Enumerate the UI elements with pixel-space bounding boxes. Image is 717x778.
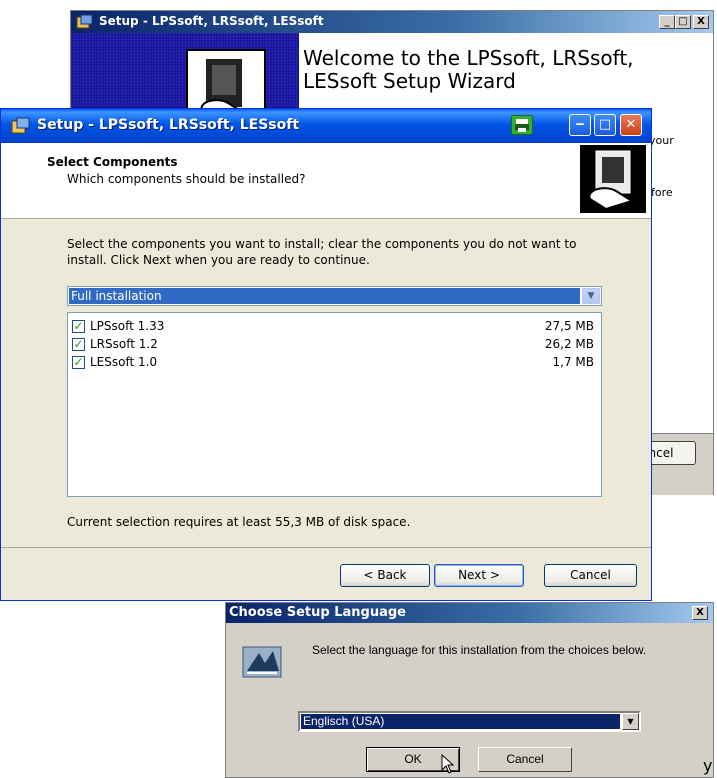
language-prompt: Select the language for this installatio… [312,643,647,657]
language-select[interactable]: Englisch (USA) ▼ [298,711,641,732]
selected-language: Englisch (USA) [301,714,620,729]
choose-language-dialog: Choose Setup Language X Select the langu… [225,602,714,778]
language-setup-icon [241,643,283,681]
computer-install-icon [580,145,646,213]
maximize-icon[interactable]: □ [675,15,691,29]
page-subtitle: Which components should be installed? [67,172,306,186]
component-size: 1,7 MB [552,355,594,369]
components-title-text: Setup - LPSsoft, LRSsoft, LESsoft [37,117,300,133]
mouse-cursor-icon [441,753,455,774]
language-titlebar[interactable]: Choose Setup Language X [226,603,713,623]
language-title-text: Choose Setup Language [229,605,406,620]
check-icon[interactable]: ✓ [72,356,85,369]
dropdown-arrow-icon[interactable]: ▼ [622,713,639,730]
minimize-icon[interactable]: _ [659,15,675,29]
maximize-icon[interactable]: □ [594,114,616,136]
check-icon[interactable]: ✓ [72,338,85,351]
component-name: LRSsoft 1.2 [90,337,158,351]
select-components-window: Setup - LPSsoft, LRSsoft, LESsoft ‒ □ ✕ … [0,108,652,601]
component-size: 27,5 MB [544,319,594,333]
minimize-icon[interactable]: ‒ [569,114,591,136]
list-item[interactable]: ✓ LRSsoft 1.2 26,2 MB [72,336,597,354]
close-icon[interactable]: X [692,606,708,620]
components-titlebar[interactable]: Setup - LPSsoft, LRSsoft, LESsoft ‒ □ ✕ [1,109,651,143]
welcome-titlebar[interactable]: Setup - LPSsoft, LRSsoft, LESsoft _ □ X [71,11,713,33]
install-type-value: Full installation [69,288,580,304]
instructions-text: Select the components you want to instal… [67,237,577,267]
disk-space-requirement: Current selection requires at least 55,3… [67,515,411,529]
printer-icon[interactable] [511,115,533,135]
welcome-body-text: your [649,134,674,147]
back-button[interactable]: < Back [340,564,430,587]
setup-app-icon [11,117,31,135]
welcome-body-text: fore [651,186,673,199]
components-list[interactable]: ✓ LPSsoft 1.33 27,5 MB ✓ LRSsoft 1.2 26,… [67,312,602,497]
close-icon[interactable]: X [693,15,709,29]
setup-app-icon [76,14,94,30]
component-size: 26,2 MB [544,337,594,351]
close-icon[interactable]: ✕ [620,114,642,136]
stray-character: y [703,756,713,775]
component-name: LESsoft 1.0 [90,355,158,369]
component-name: LPSsoft 1.33 [90,319,165,333]
welcome-heading: Welcome to the LPSsoft, LRSsoft, LESsoft… [303,46,634,93]
welcome-title-text: Setup - LPSsoft, LRSsoft, LESsoft [99,14,324,28]
dropdown-arrow-icon[interactable]: ▼ [582,288,600,304]
cancel-button[interactable]: Cancel [544,564,637,587]
language-cancel-button[interactable]: Cancel [478,747,572,772]
check-icon[interactable]: ✓ [72,320,85,333]
page-title: Select Components [47,155,178,169]
list-item[interactable]: ✓ LESsoft 1.0 1,7 MB [72,354,597,372]
next-button[interactable]: Next > [434,564,524,587]
list-item[interactable]: ✓ LPSsoft 1.33 27,5 MB [72,318,597,336]
install-type-dropdown[interactable]: Full installation ▼ [67,286,602,306]
